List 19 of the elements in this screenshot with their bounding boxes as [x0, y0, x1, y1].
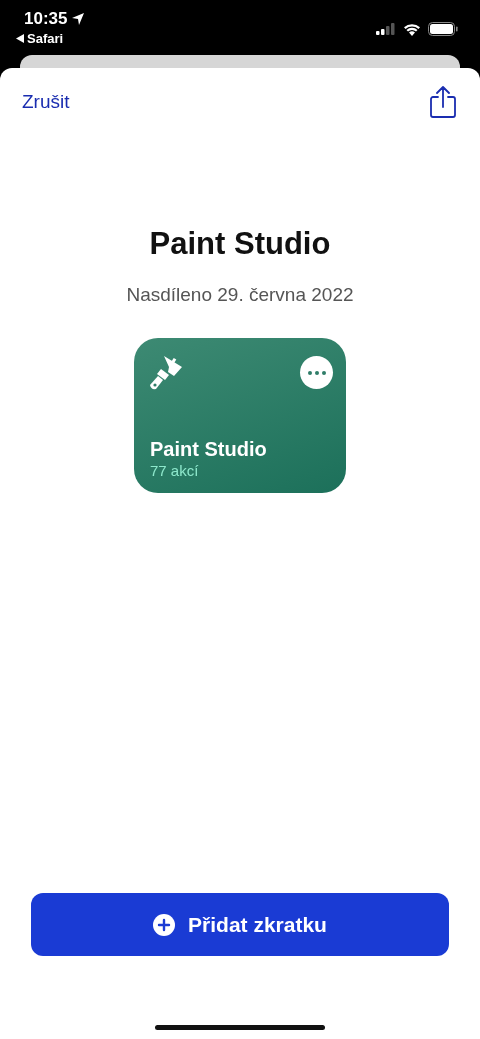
action-count: 77 akcí: [150, 462, 200, 479]
back-triangle-icon: [16, 34, 24, 43]
status-time: 10:35: [24, 9, 68, 29]
signal-icon: [376, 23, 396, 35]
ellipsis-icon: [307, 370, 326, 375]
plus-circle-icon: [153, 913, 176, 936]
back-link[interactable]: Safari: [16, 31, 86, 46]
location-arrow-icon: [71, 12, 86, 26]
page-title: Paint Studio: [149, 226, 331, 262]
cancel-button[interactable]: Zrušit: [22, 91, 70, 113]
shortcut-name: Paint Studio: [150, 438, 268, 461]
battery-icon: [428, 22, 458, 36]
share-icon[interactable]: [430, 86, 456, 118]
shortcut-card[interactable]: Paint Studio 77 akcí: [134, 338, 346, 493]
paintbrush-icon: [150, 354, 184, 390]
shared-date: Nasdíleno 29. června 2022: [126, 284, 354, 306]
wifi-icon: [403, 22, 421, 36]
add-shortcut-button[interactable]: Přidat zkratku: [31, 893, 449, 956]
more-button[interactable]: [300, 356, 333, 389]
